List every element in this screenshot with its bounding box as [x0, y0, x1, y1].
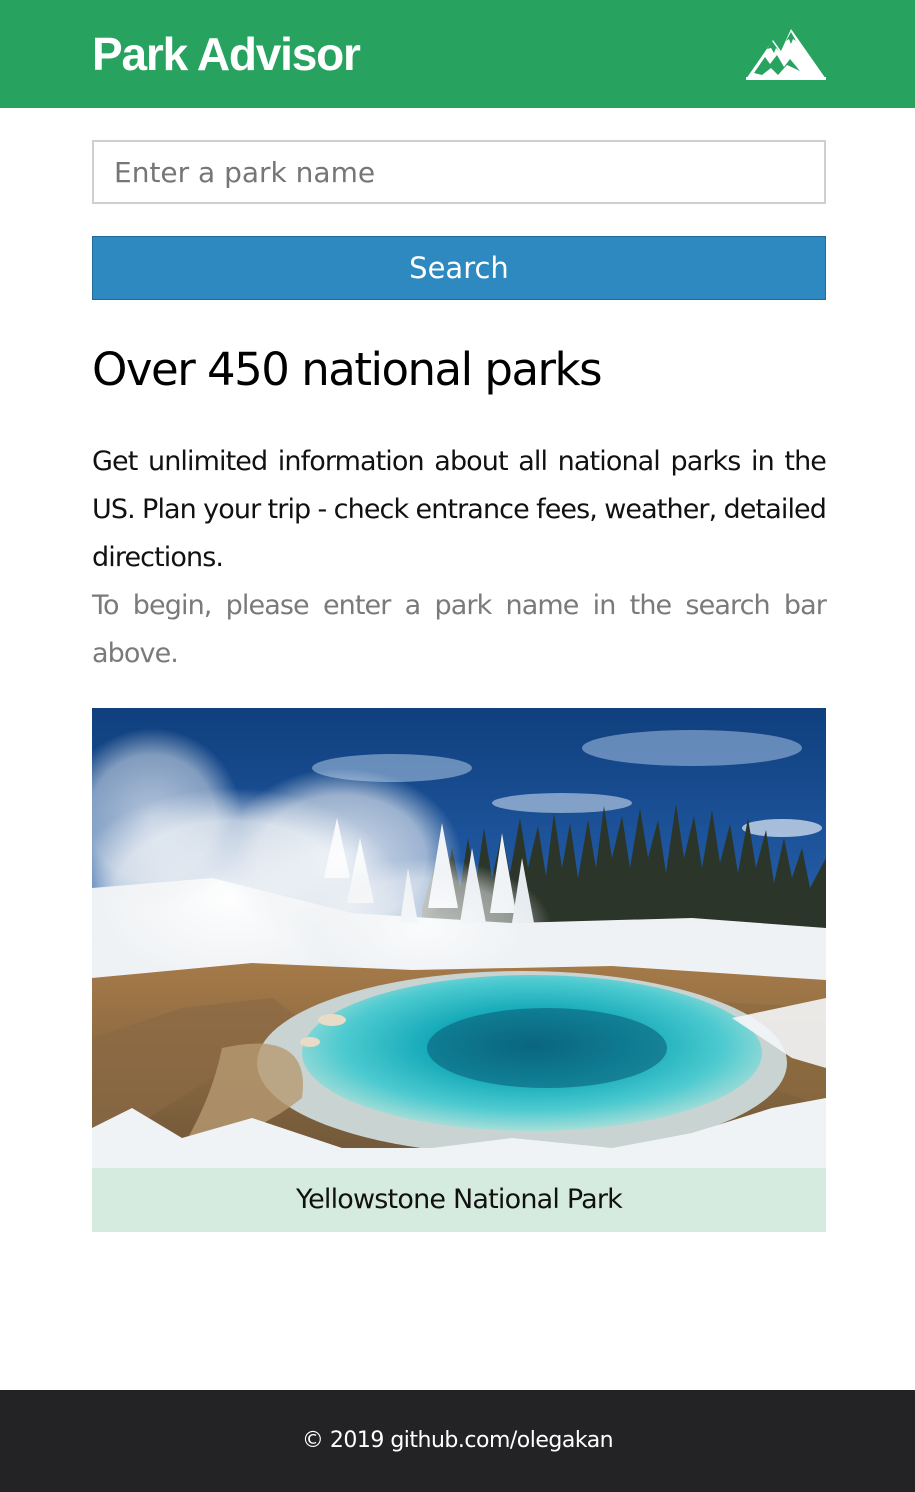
page-heading: Over 450 national parks: [92, 343, 603, 396]
photo-caption: Yellowstone National Park: [92, 1168, 826, 1232]
app-header: Park Advisor: [0, 0, 915, 108]
yellowstone-hot-spring-photo: [92, 708, 826, 1168]
footer-credit-link[interactable]: © 2019 github.com/olegakan: [0, 1421, 915, 1461]
mountain-icon[interactable]: [745, 27, 827, 81]
brand-title[interactable]: Park Advisor: [92, 26, 361, 82]
search-input[interactable]: [92, 140, 826, 204]
intro-description: Get unlimited information about all nati…: [92, 446, 827, 573]
search-button[interactable]: Search: [92, 236, 826, 300]
search-hint: To begin, please enter a park name in th…: [92, 590, 827, 669]
